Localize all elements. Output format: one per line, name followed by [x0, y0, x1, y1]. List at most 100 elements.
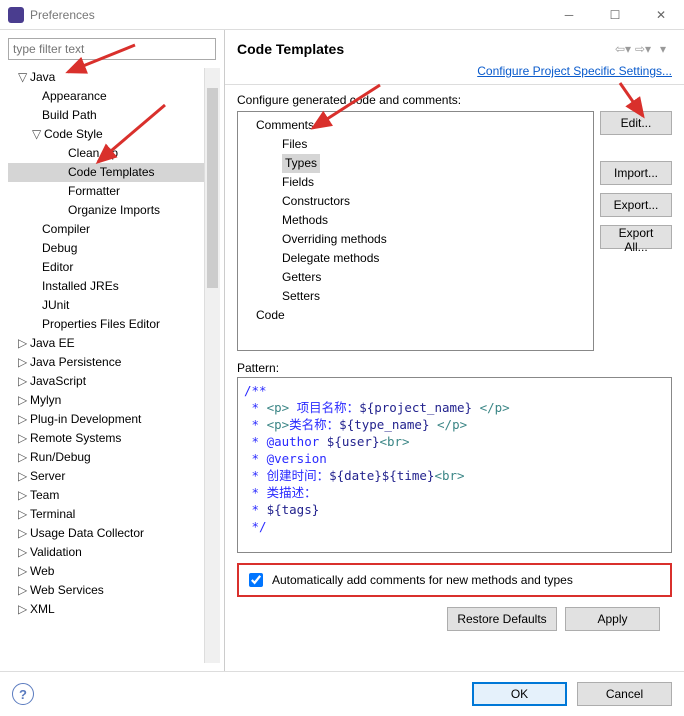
tree-item[interactable]: Compiler — [8, 220, 220, 239]
menu-icon[interactable]: ▾ — [654, 40, 672, 58]
cancel-button[interactable]: Cancel — [577, 682, 672, 706]
tree-item[interactable]: Installed JREs — [8, 277, 220, 296]
apply-button[interactable]: Apply — [565, 607, 660, 631]
tree-item-label: Organize Imports — [68, 203, 160, 217]
left-pane: ▽JavaAppearanceBuild Path▽Code StyleClea… — [0, 30, 225, 671]
expand-icon[interactable]: ▷ — [18, 600, 28, 619]
tree-item-label: Plug-in Development — [30, 412, 141, 426]
tree-item[interactable]: Properties Files Editor — [8, 315, 220, 334]
tree-item[interactable]: ▷Java Persistence — [8, 353, 220, 372]
button-column: Edit... Import... Export... Export All..… — [600, 111, 672, 249]
expand-icon[interactable]: ▷ — [18, 353, 28, 372]
tree-item[interactable]: ▷Web Services — [8, 581, 220, 600]
tree-item-label: Java Persistence — [30, 355, 121, 369]
comment-tree-item[interactable]: Types — [244, 154, 587, 173]
comment-tree-label: Code — [256, 308, 285, 322]
pattern-textarea[interactable]: /** * <p> 项目名称：${project_name} </p> * <p… — [237, 377, 672, 553]
export-button[interactable]: Export... — [600, 193, 672, 217]
nav-icons: ⇦▾ ⇨▾ ▾ — [614, 40, 672, 58]
import-button[interactable]: Import... — [600, 161, 672, 185]
expand-icon[interactable]: ▷ — [18, 467, 28, 486]
comment-tree-item[interactable]: Getters — [244, 268, 587, 287]
expand-icon[interactable]: ▷ — [18, 372, 28, 391]
comment-tree-label: Fields — [282, 175, 314, 189]
tree-item[interactable]: ▷Java EE — [8, 334, 220, 353]
tree-item[interactable]: ▷JavaScript — [8, 372, 220, 391]
tree-item[interactable]: ▷XML — [8, 600, 220, 619]
expand-icon[interactable]: ▷ — [18, 524, 28, 543]
forward-icon[interactable]: ⇨▾ — [634, 40, 652, 58]
comment-tree-item[interactable]: Code — [244, 306, 587, 325]
right-pane: Code Templates ⇦▾ ⇨▾ ▾ Configure Project… — [225, 30, 684, 671]
maximize-button[interactable]: ☐ — [592, 0, 638, 30]
expand-icon[interactable]: ▷ — [18, 505, 28, 524]
tree-item-label: Java EE — [30, 336, 75, 350]
expand-icon[interactable]: ▽ — [32, 125, 42, 144]
tree-item[interactable]: Clean Up — [8, 144, 220, 163]
tree-item[interactable]: ▽Java — [8, 68, 220, 87]
restore-defaults-button[interactable]: Restore Defaults — [447, 607, 557, 631]
preferences-tree[interactable]: ▽JavaAppearanceBuild Path▽Code StyleClea… — [8, 68, 220, 619]
tree-item[interactable]: Debug — [8, 239, 220, 258]
tree-item-label: Usage Data Collector — [30, 526, 144, 540]
filter-input[interactable] — [8, 38, 216, 60]
expand-icon[interactable]: ▽ — [18, 68, 28, 87]
tree-item[interactable]: ▷Team — [8, 486, 220, 505]
comment-tree-item[interactable]: Fields — [244, 173, 587, 192]
scrollbar[interactable] — [204, 68, 220, 663]
comment-tree-item[interactable]: Files — [244, 135, 587, 154]
expand-icon[interactable]: ▷ — [18, 543, 28, 562]
tree-item-label: Properties Files Editor — [42, 317, 160, 331]
tree-item[interactable]: ▽Code Style — [8, 125, 220, 144]
tree-item[interactable]: Appearance — [8, 87, 220, 106]
tree-item[interactable]: ▷Web — [8, 562, 220, 581]
expand-icon[interactable]: ▷ — [18, 410, 28, 429]
tree-item-label: Code Style — [44, 127, 103, 141]
tree-item[interactable]: ▷Validation — [8, 543, 220, 562]
close-button[interactable]: ✕ — [638, 0, 684, 30]
export-all-button[interactable]: Export All... — [600, 225, 672, 249]
comment-tree-item[interactable]: Overriding methods — [244, 230, 587, 249]
tree-item-label: Code Templates — [68, 165, 155, 179]
description-label: Configure generated code and comments: — [237, 93, 672, 107]
tree-item[interactable]: Editor — [8, 258, 220, 277]
tree-item[interactable]: ▷Remote Systems — [8, 429, 220, 448]
comment-tree-item[interactable]: Delegate methods — [244, 249, 587, 268]
expand-icon[interactable]: ▷ — [18, 391, 28, 410]
tree-item[interactable]: ▷Run/Debug — [8, 448, 220, 467]
ok-button[interactable]: OK — [472, 682, 567, 706]
expand-icon[interactable]: ▷ — [18, 562, 28, 581]
edit-button[interactable]: Edit... — [600, 111, 672, 135]
comment-tree[interactable]: CommentsFilesTypes Fields Constructors Meth… — [237, 111, 594, 351]
tree-item[interactable]: ▷Terminal — [8, 505, 220, 524]
tree-item[interactable]: ▷Mylyn — [8, 391, 220, 410]
help-icon[interactable]: ? — [12, 683, 34, 705]
expand-icon[interactable]: ▷ — [18, 448, 28, 467]
minimize-button[interactable]: ─ — [546, 0, 592, 30]
expand-icon[interactable]: ▷ — [18, 429, 28, 448]
tree-item[interactable]: ▷Server — [8, 467, 220, 486]
tree-item[interactable]: ▷Usage Data Collector — [8, 524, 220, 543]
tree-item[interactable]: JUnit — [8, 296, 220, 315]
tree-item[interactable]: Build Path — [8, 106, 220, 125]
comment-tree-label: Overriding methods — [282, 232, 387, 246]
tree-item[interactable]: Formatter — [8, 182, 220, 201]
app-icon — [8, 7, 24, 23]
tree-item[interactable]: ▷Plug-in Development — [8, 410, 220, 429]
tree-item-label: Server — [30, 469, 65, 483]
expand-icon[interactable]: ▷ — [18, 334, 28, 353]
expand-icon[interactable]: ▷ — [18, 581, 28, 600]
comment-tree-item[interactable]: Comments — [244, 116, 587, 135]
auto-comment-checkbox[interactable] — [249, 573, 263, 587]
tree-item[interactable]: Code Templates — [8, 163, 220, 182]
comment-tree-item[interactable]: Setters — [244, 287, 587, 306]
tree-item[interactable]: Organize Imports — [8, 201, 220, 220]
project-settings-link[interactable]: Configure Project Specific Settings... — [477, 64, 672, 78]
back-icon[interactable]: ⇦▾ — [614, 40, 632, 58]
expand-icon[interactable]: ▷ — [18, 486, 28, 505]
comment-tree-item[interactable]: Methods — [244, 211, 587, 230]
tree-item-label: Editor — [42, 260, 73, 274]
comment-tree-label: Methods — [282, 213, 328, 227]
comment-tree-item[interactable]: Constructors — [244, 192, 587, 211]
tree-item-label: Compiler — [42, 222, 90, 236]
